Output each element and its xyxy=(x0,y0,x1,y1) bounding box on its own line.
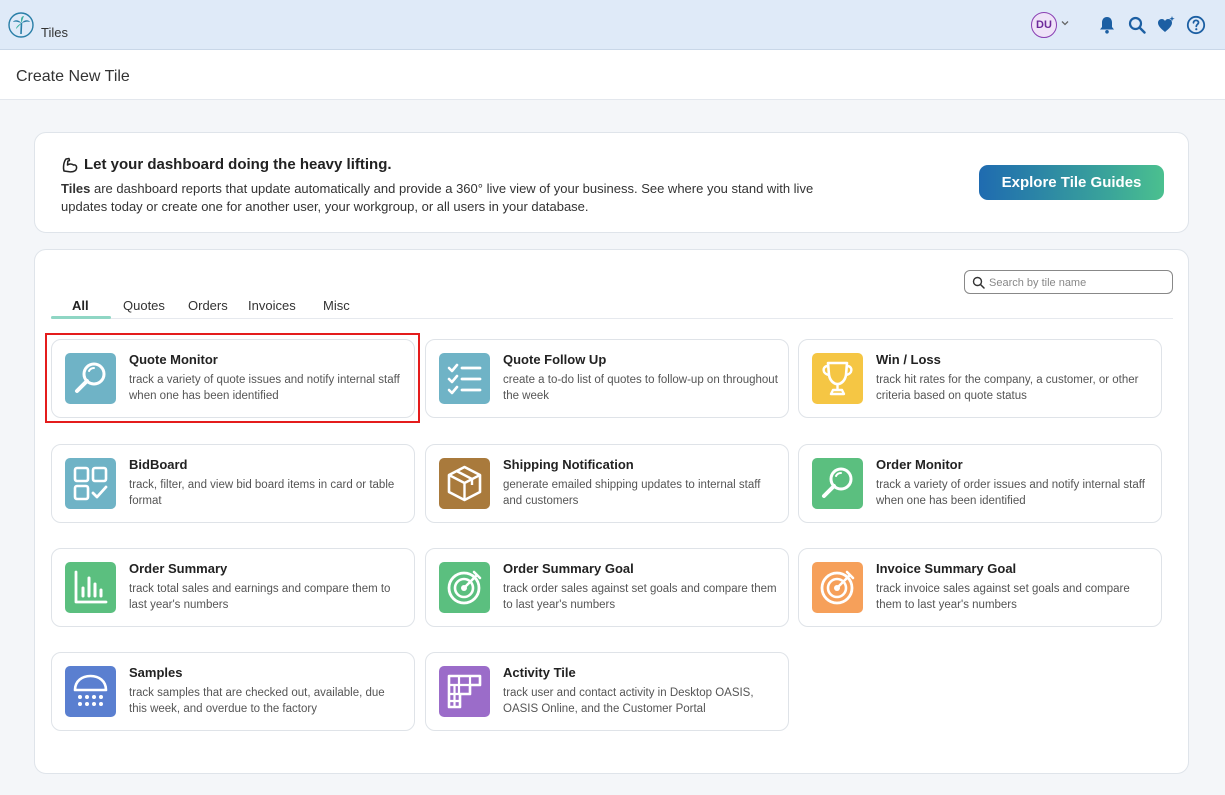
bell-icon[interactable] xyxy=(1097,15,1117,35)
calendar-dome-icon xyxy=(65,666,116,717)
tile-title: Win / Loss xyxy=(876,352,941,367)
active-tab-indicator xyxy=(51,316,111,319)
intro-text-rest: are dashboard reports that update automa… xyxy=(61,181,814,214)
tile-icon xyxy=(65,666,116,717)
page-title: Create New Tile xyxy=(16,68,130,85)
explore-tile-guides-button[interactable]: Explore Tile Guides xyxy=(979,165,1164,200)
tile-description: track, filter, and view bid board items … xyxy=(129,479,395,507)
help-icon[interactable] xyxy=(1186,15,1206,35)
tile-description: track samples that are checked out, avai… xyxy=(129,687,385,715)
target-icon xyxy=(439,562,490,613)
tile-activity[interactable]: Activity Tile track user and contact act… xyxy=(425,652,789,731)
tab-all[interactable]: All xyxy=(72,298,89,313)
tile-order-summary[interactable]: Order Summary track total sales and earn… xyxy=(51,548,415,627)
tile-description: track a variety of order issues and noti… xyxy=(876,479,1145,507)
tile-description: track user and contact activity in Deskt… xyxy=(503,687,754,715)
tile-win-loss[interactable]: Win / Loss track hit rates for the compa… xyxy=(798,339,1162,418)
trophy-icon xyxy=(812,353,863,404)
tile-title: Quote Follow Up xyxy=(503,352,607,367)
top-bar: Tiles DU xyxy=(0,0,1225,50)
tile-icon xyxy=(65,353,116,404)
palm-tree-logo-icon[interactable] xyxy=(8,12,34,38)
tile-title: Order Monitor xyxy=(876,457,963,472)
tile-icon xyxy=(812,353,863,404)
tile-title: Quote Monitor xyxy=(129,352,218,367)
intro-card: Let your dashboard doing the heavy lifti… xyxy=(34,132,1189,233)
tile-title: BidBoard xyxy=(129,457,188,472)
tile-title: Order Summary xyxy=(129,561,228,576)
magnifier-icon xyxy=(812,458,863,509)
tile-icon xyxy=(65,562,116,613)
tile-icon xyxy=(439,458,490,509)
activity-grid-icon xyxy=(439,666,490,717)
user-avatar[interactable]: DU xyxy=(1031,12,1057,38)
tab-invoices[interactable]: Invoices xyxy=(248,298,296,313)
tile-description: track order sales against set goals and … xyxy=(503,583,777,611)
tile-description: track a variety of quote issues and noti… xyxy=(129,374,400,402)
tile-order-monitor[interactable]: Order Monitor track a variety of order i… xyxy=(798,444,1162,523)
tab-misc[interactable]: Misc xyxy=(323,298,350,313)
tile-shipping-notification[interactable]: Shipping Notification generate emailed s… xyxy=(425,444,789,523)
search-icon[interactable] xyxy=(1127,15,1147,35)
tile-quote-monitor[interactable]: Quote Monitor track a variety of quote i… xyxy=(51,339,415,418)
box-icon xyxy=(439,458,490,509)
intro-text-bold: Tiles xyxy=(61,181,91,196)
magnifier-icon xyxy=(65,353,116,404)
tile-icon xyxy=(439,562,490,613)
tile-description: track total sales and earnings and compa… xyxy=(129,583,391,611)
tile-invoice-summary-goal[interactable]: Invoice Summary Goal track invoice sales… xyxy=(798,548,1162,627)
tile-description: create a to-do list of quotes to follow-… xyxy=(503,374,778,402)
tile-title: Shipping Notification xyxy=(503,457,634,472)
tile-search-box[interactable] xyxy=(964,270,1173,294)
tile-description: track invoice sales against set goals an… xyxy=(876,583,1130,611)
page-header: Create New Tile xyxy=(0,50,1225,100)
heart-sparkle-icon[interactable] xyxy=(1156,15,1176,35)
tab-quotes[interactable]: Quotes xyxy=(123,298,165,313)
tile-title: Order Summary Goal xyxy=(503,561,634,576)
tile-bidboard[interactable]: BidBoard track, filter, and view bid boa… xyxy=(51,444,415,523)
tile-icon xyxy=(65,458,116,509)
intro-heading: Let your dashboard doing the heavy lifti… xyxy=(84,156,392,173)
tile-quote-follow-up[interactable]: Quote Follow Up create a to-do list of q… xyxy=(425,339,789,418)
tile-icon xyxy=(812,562,863,613)
chevron-down-icon[interactable] xyxy=(1060,18,1070,28)
tab-orders[interactable]: Orders xyxy=(188,298,228,313)
tile-description: track hit rates for the company, a custo… xyxy=(876,374,1139,402)
intro-description: Tiles are dashboard reports that update … xyxy=(61,180,841,216)
tile-samples[interactable]: Samples track samples that are checked o… xyxy=(51,652,415,731)
search-icon xyxy=(972,276,985,289)
target-icon xyxy=(812,562,863,613)
bar-chart-icon xyxy=(65,562,116,613)
tile-order-summary-goal[interactable]: Order Summary Goal track order sales aga… xyxy=(425,548,789,627)
flexed-arm-icon xyxy=(62,157,78,173)
tile-search-input[interactable] xyxy=(989,274,1167,291)
tile-icon xyxy=(812,458,863,509)
tile-title: Invoice Summary Goal xyxy=(876,561,1017,576)
tile-title: Samples xyxy=(129,665,183,680)
app-title: Tiles xyxy=(41,25,68,40)
tabs-divider xyxy=(51,318,1173,319)
checklist-icon xyxy=(439,353,490,404)
tile-description: generate emailed shipping updates to int… xyxy=(503,479,761,507)
tile-icon xyxy=(439,666,490,717)
grid-check-icon xyxy=(65,458,116,509)
tile-icon xyxy=(439,353,490,404)
tile-title: Activity Tile xyxy=(503,665,576,680)
